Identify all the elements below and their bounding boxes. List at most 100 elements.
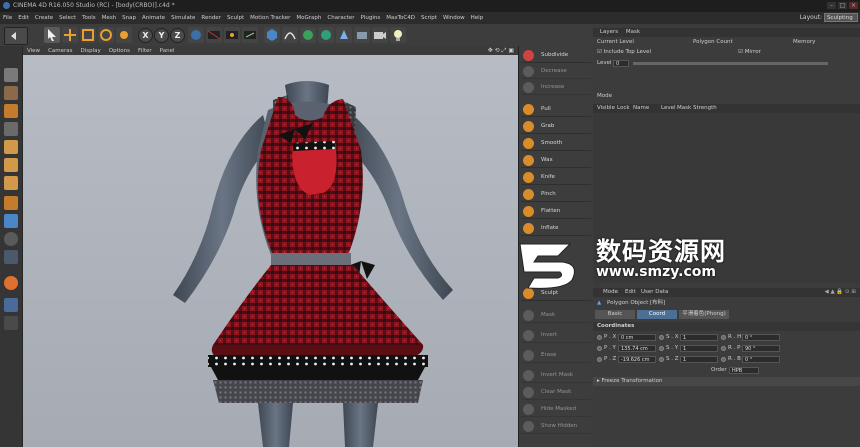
brush-show-hidden[interactable]: Show Hidden bbox=[521, 419, 591, 434]
menu-help[interactable]: Help bbox=[468, 12, 487, 24]
deformer-icon[interactable] bbox=[336, 27, 352, 43]
decrease-button[interactable]: Decrease bbox=[521, 64, 591, 79]
menu-character[interactable]: Character bbox=[324, 12, 357, 24]
viewport-nav-icons[interactable]: ✥ ⟲ ⤢ ▣ bbox=[488, 46, 514, 55]
brush-smooth[interactable]: Smooth bbox=[521, 136, 591, 151]
subdivide-button[interactable]: Subdivide bbox=[521, 48, 591, 63]
scene-icon[interactable] bbox=[354, 27, 370, 43]
rot-p-field[interactable]: 90 ° bbox=[742, 345, 780, 352]
render-view-icon[interactable] bbox=[206, 27, 222, 43]
mirror-checkbox[interactable]: ☑ Mirror bbox=[738, 48, 761, 57]
sculpt-icon[interactable] bbox=[4, 276, 18, 290]
bake-icon[interactable] bbox=[4, 316, 18, 330]
menu-file[interactable]: File bbox=[0, 12, 15, 24]
tab-phong[interactable]: 平滑着色(Phong) bbox=[679, 310, 729, 319]
anim-dot-icon[interactable] bbox=[721, 335, 726, 340]
menu-window[interactable]: Window bbox=[440, 12, 468, 24]
menu-simulate[interactable]: Simulate bbox=[168, 12, 198, 24]
pos-x-field[interactable]: 0 cm bbox=[618, 334, 656, 341]
menu-create[interactable]: Create bbox=[32, 12, 56, 24]
menu-script[interactable]: Script bbox=[418, 12, 440, 24]
axis-y-toggle[interactable]: Y bbox=[154, 28, 169, 43]
menu-sculpt[interactable]: Sculpt bbox=[224, 12, 247, 24]
anim-dot-icon[interactable] bbox=[659, 346, 664, 351]
render-picture-viewer-icon[interactable] bbox=[224, 27, 240, 43]
axis-z-toggle[interactable]: Z bbox=[170, 28, 185, 43]
brush-clear-mask[interactable]: Clear Mask bbox=[521, 385, 591, 400]
rotate-tool-icon[interactable] bbox=[98, 27, 114, 43]
close-button[interactable]: × bbox=[849, 2, 858, 9]
edges-mode-icon[interactable] bbox=[4, 158, 18, 172]
coordinate-system-icon[interactable] bbox=[188, 27, 204, 43]
level-slider[interactable] bbox=[633, 62, 828, 65]
anim-dot-icon[interactable] bbox=[597, 335, 602, 340]
tab-layers[interactable]: Layers bbox=[597, 28, 621, 37]
menu-plugins[interactable]: Plugins bbox=[358, 12, 384, 24]
tweak-mode-icon[interactable] bbox=[4, 214, 18, 228]
select-arrow-icon[interactable] bbox=[44, 27, 60, 43]
lock-workplane-icon[interactable] bbox=[4, 250, 18, 264]
texture-mode-icon[interactable] bbox=[4, 104, 18, 118]
layout-select[interactable]: Sculpting bbox=[824, 13, 858, 22]
light-icon[interactable] bbox=[390, 27, 406, 43]
attr-nav-icons[interactable]: ◀ ▲ 🔒 ⊙ ⊞ bbox=[824, 288, 856, 297]
recent-tool-icon[interactable] bbox=[116, 27, 132, 43]
pos-y-field[interactable]: 135.74 cm bbox=[618, 345, 656, 352]
enable-axis-icon[interactable] bbox=[4, 196, 18, 210]
render-settings-icon[interactable] bbox=[242, 27, 258, 43]
anim-dot-icon[interactable] bbox=[597, 357, 602, 362]
layer-icon[interactable] bbox=[4, 298, 18, 312]
spline-pen-icon[interactable] bbox=[282, 27, 298, 43]
menu-render[interactable]: Render bbox=[198, 12, 224, 24]
scale-y-field[interactable]: 1 bbox=[680, 345, 718, 352]
level-field[interactable]: 0 bbox=[613, 60, 629, 67]
scale-z-field[interactable]: 1 bbox=[680, 356, 718, 363]
menu-edit[interactable]: Edit bbox=[15, 12, 32, 24]
camera-icon[interactable] bbox=[372, 27, 388, 43]
menu-tools[interactable]: Tools bbox=[79, 12, 99, 24]
move-tool-icon[interactable] bbox=[62, 27, 78, 43]
cube-primitive-icon[interactable] bbox=[264, 27, 280, 43]
tab-coord[interactable]: Coord bbox=[637, 310, 677, 319]
tab-mask[interactable]: Mask bbox=[623, 28, 643, 37]
brush-mask[interactable]: Mask bbox=[521, 308, 591, 323]
brush-hide-masked[interactable]: Hide Masked bbox=[521, 402, 591, 417]
brush-invert-mask[interactable]: Invert Mask bbox=[521, 368, 591, 383]
menu-select[interactable]: Select bbox=[56, 12, 79, 24]
axis-x-toggle[interactable]: X bbox=[138, 28, 153, 43]
brush-invert[interactable]: Invert bbox=[521, 328, 591, 343]
brush-erase[interactable]: Erase bbox=[521, 348, 591, 363]
pos-z-field[interactable]: -19.626 cm bbox=[618, 356, 656, 363]
viewport-canvas[interactable] bbox=[23, 55, 518, 447]
rot-h-field[interactable]: 0 ° bbox=[742, 334, 780, 341]
menu-maxtoc4d[interactable]: MaxToC4D bbox=[383, 12, 418, 24]
anim-dot-icon[interactable] bbox=[597, 346, 602, 351]
points-mode-icon[interactable] bbox=[4, 140, 18, 154]
anim-dot-icon[interactable] bbox=[721, 357, 726, 362]
maximize-button[interactable]: □ bbox=[838, 2, 847, 9]
polygons-mode-icon[interactable] bbox=[4, 176, 18, 190]
freeze-transformation-section[interactable]: ▸ Freeze Transformation bbox=[593, 377, 860, 386]
brush-pull[interactable]: Pull bbox=[521, 102, 591, 117]
make-editable-icon[interactable] bbox=[4, 68, 18, 82]
viewport[interactable]: View Cameras Display Options Filter Panel ✥ ⟲… bbox=[23, 46, 518, 447]
tab-basic[interactable]: Basic bbox=[595, 310, 635, 319]
rot-b-field[interactable]: 0 ° bbox=[742, 356, 780, 363]
brush-wax[interactable]: Wax bbox=[521, 153, 591, 168]
array-icon[interactable] bbox=[318, 27, 334, 43]
brush-knife[interactable]: Knife bbox=[521, 170, 591, 185]
menu-motion-tracker[interactable]: Motion Tracker bbox=[247, 12, 293, 24]
brush-flatten[interactable]: Flatten bbox=[521, 204, 591, 219]
menu-snap[interactable]: Snap bbox=[119, 12, 139, 24]
order-select[interactable]: HPB bbox=[729, 367, 759, 374]
workplane-icon[interactable] bbox=[4, 122, 18, 136]
snap-icon[interactable] bbox=[4, 232, 18, 246]
brush-grab[interactable]: Grab bbox=[521, 119, 591, 134]
minimize-button[interactable]: – bbox=[827, 2, 836, 9]
menu-mograph[interactable]: MoGraph bbox=[293, 12, 324, 24]
model-mode-icon[interactable] bbox=[4, 86, 18, 100]
menu-animate[interactable]: Animate bbox=[139, 12, 168, 24]
anim-dot-icon[interactable] bbox=[659, 335, 664, 340]
scale-tool-icon[interactable] bbox=[80, 27, 96, 43]
undo-icon[interactable] bbox=[4, 27, 28, 45]
